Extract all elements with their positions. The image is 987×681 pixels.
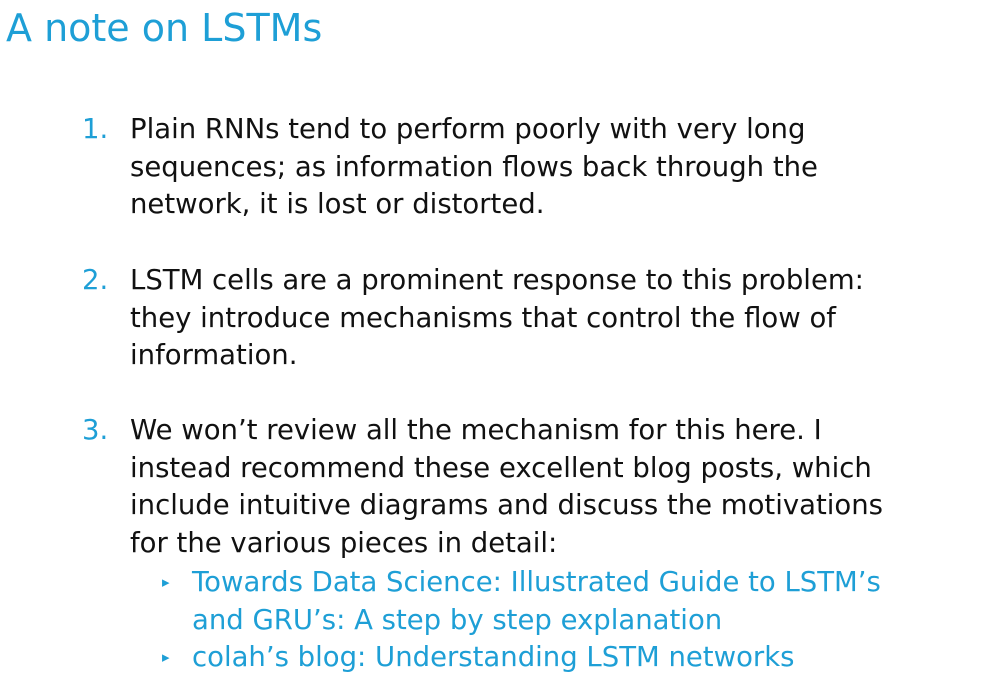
- text-line: instead recommend these excellent blog p…: [130, 451, 872, 484]
- triangle-bullet-icon: ▸: [162, 573, 170, 591]
- link-text-line: Towards Data Science: Illustrated Guide …: [192, 566, 881, 598]
- blog-link-item: ▸ colah’s blog: Understanding LSTM netwo…: [158, 639, 983, 677]
- list-number: 1.: [82, 113, 109, 145]
- text-line: for the various pieces in detail:: [130, 526, 558, 559]
- text-line: sequences; as information flows back thr…: [130, 150, 818, 183]
- text-line: information.: [130, 339, 298, 371]
- list-number: 2.: [82, 264, 109, 296]
- list-item-text: We won’t review all the mechanism for th…: [130, 412, 982, 562]
- list-item-text: Plain RNNs tend to perform poorly with v…: [130, 111, 982, 224]
- text-line: We won’t review all the mechanism for th…: [130, 414, 822, 446]
- text-line: LSTM cells are a prominent response to t…: [130, 264, 864, 296]
- colah-blog-link[interactable]: colah’s blog: Understanding LSTM network…: [192, 639, 983, 677]
- list-item-text: LSTM cells are a prominent response to t…: [130, 262, 982, 375]
- link-text-line: and GRU’s: A step by step explanation: [192, 603, 723, 636]
- list-item-3: 3. We won’t review all the mechanism for…: [82, 412, 982, 562]
- blog-link-item: ▸ Towards Data Science: Illustrated Guid…: [158, 564, 983, 639]
- list-item-1: 1. Plain RNNs tend to perform poorly wit…: [82, 111, 982, 224]
- list-number: 3.: [82, 414, 109, 446]
- blog-links-list: ▸ Towards Data Science: Illustrated Guid…: [158, 564, 983, 677]
- towards-data-science-link[interactable]: Towards Data Science: Illustrated Guide …: [192, 564, 983, 639]
- link-text-line: colah’s blog: Understanding LSTM network…: [192, 641, 795, 673]
- text-line: network, it is lost or distorted.: [130, 188, 545, 220]
- text-line: they introduce mechanisms that control t…: [130, 301, 836, 334]
- triangle-bullet-icon: ▸: [162, 648, 170, 666]
- list-item-2: 2. LSTM cells are a prominent response t…: [82, 262, 982, 375]
- text-line: Plain RNNs tend to perform poorly with v…: [130, 113, 806, 145]
- slide-title: A note on LSTMs: [6, 6, 323, 50]
- text-line: include intuitive diagrams and discuss t…: [130, 489, 883, 521]
